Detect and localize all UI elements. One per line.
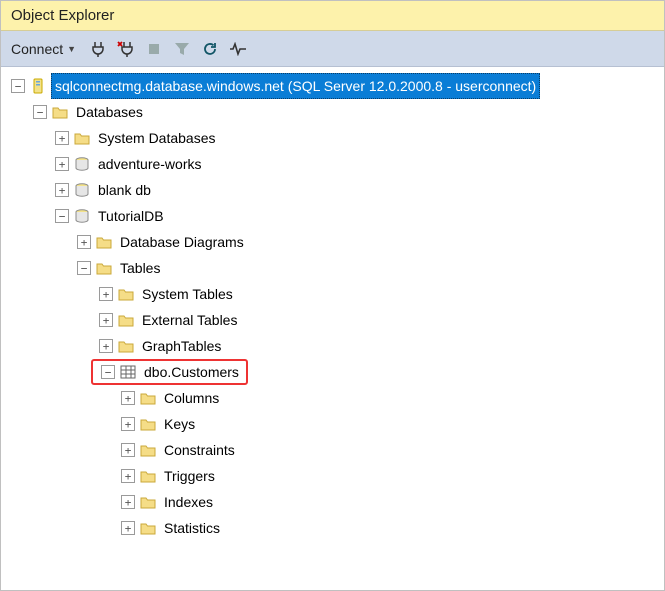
expander-icon[interactable]: +: [121, 521, 135, 535]
tutorialdb-label[interactable]: TutorialDB: [95, 204, 167, 228]
tree-node-keys[interactable]: + Keys: [5, 411, 660, 437]
tree-node-system-tables[interactable]: + System Tables: [5, 281, 660, 307]
database-icon: [73, 181, 91, 199]
blank-db-label[interactable]: blank db: [95, 178, 154, 202]
toolbar: Connect ▼: [1, 31, 664, 67]
server-label[interactable]: sqlconnectmg.database.windows.net (SQL S…: [51, 73, 540, 99]
folder-icon: [139, 415, 157, 433]
tree-node-tables[interactable]: − Tables: [5, 255, 660, 281]
external-tables-label[interactable]: External Tables: [139, 308, 240, 332]
database-icon: [73, 155, 91, 173]
expander-icon[interactable]: −: [101, 365, 115, 379]
databases-label[interactable]: Databases: [73, 100, 146, 124]
expander-icon[interactable]: +: [99, 287, 113, 301]
folder-icon: [139, 467, 157, 485]
system-databases-label[interactable]: System Databases: [95, 126, 219, 150]
server-icon: [29, 77, 47, 95]
folder-icon: [139, 493, 157, 511]
panel-title: Object Explorer: [11, 7, 114, 24]
expander-icon[interactable]: +: [77, 235, 91, 249]
tree-node-statistics[interactable]: + Statistics: [5, 515, 660, 541]
title-bar: Object Explorer: [1, 1, 664, 31]
expander-icon[interactable]: +: [121, 391, 135, 405]
database-icon: [73, 207, 91, 225]
system-tables-label[interactable]: System Tables: [139, 282, 236, 306]
statistics-label[interactable]: Statistics: [161, 516, 223, 540]
tree-node-columns[interactable]: + Columns: [5, 385, 660, 411]
tables-label[interactable]: Tables: [117, 256, 163, 280]
dropdown-arrow-icon: ▼: [67, 44, 76, 54]
expander-icon[interactable]: −: [11, 79, 25, 93]
expander-icon[interactable]: +: [55, 131, 69, 145]
object-tree[interactable]: − sqlconnectmg.database.windows.net (SQL…: [1, 67, 664, 551]
folder-icon: [139, 389, 157, 407]
tree-node-db-diagrams[interactable]: + Database Diagrams: [5, 229, 660, 255]
folder-icon: [95, 233, 113, 251]
tree-node-dbo-customers[interactable]: − dbo.Customers: [5, 359, 660, 385]
folder-icon: [117, 311, 135, 329]
tree-node-blank-db[interactable]: + blank db: [5, 177, 660, 203]
adventure-works-label[interactable]: adventure-works: [95, 152, 205, 176]
expander-icon[interactable]: −: [55, 209, 69, 223]
expander-icon[interactable]: +: [55, 157, 69, 171]
expander-icon[interactable]: +: [121, 469, 135, 483]
triggers-label[interactable]: Triggers: [161, 464, 218, 488]
expander-icon[interactable]: +: [99, 313, 113, 327]
graph-tables-label[interactable]: GraphTables: [139, 334, 224, 358]
expander-icon[interactable]: +: [99, 339, 113, 353]
tree-node-constraints[interactable]: + Constraints: [5, 437, 660, 463]
table-icon: [119, 363, 137, 381]
folder-icon: [139, 519, 157, 537]
folder-icon: [51, 103, 69, 121]
folder-icon: [117, 337, 135, 355]
columns-label[interactable]: Columns: [161, 386, 222, 410]
indexes-label[interactable]: Indexes: [161, 490, 216, 514]
expander-icon[interactable]: +: [121, 443, 135, 457]
stop-icon[interactable]: [144, 39, 164, 59]
expander-icon[interactable]: −: [33, 105, 47, 119]
tree-node-triggers[interactable]: + Triggers: [5, 463, 660, 489]
filter-icon[interactable]: [172, 39, 192, 59]
db-diagrams-label[interactable]: Database Diagrams: [117, 230, 247, 254]
connect-button[interactable]: Connect ▼: [7, 39, 80, 59]
tree-node-external-tables[interactable]: + External Tables: [5, 307, 660, 333]
tree-node-server[interactable]: − sqlconnectmg.database.windows.net (SQL…: [5, 73, 660, 99]
constraints-label[interactable]: Constraints: [161, 438, 238, 462]
expander-icon[interactable]: +: [55, 183, 69, 197]
tree-node-indexes[interactable]: + Indexes: [5, 489, 660, 515]
dbo-customers-label[interactable]: dbo.Customers: [141, 360, 242, 384]
folder-icon: [73, 129, 91, 147]
connect-plug-icon[interactable]: [88, 39, 108, 59]
disconnect-plug-icon[interactable]: [116, 39, 136, 59]
folder-icon: [95, 259, 113, 277]
tree-node-tutorialdb[interactable]: − TutorialDB: [5, 203, 660, 229]
tree-node-system-databases[interactable]: + System Databases: [5, 125, 660, 151]
tree-node-databases[interactable]: − Databases: [5, 99, 660, 125]
highlight-annotation: − dbo.Customers: [91, 359, 248, 385]
folder-icon: [117, 285, 135, 303]
folder-icon: [139, 441, 157, 459]
expander-icon[interactable]: −: [77, 261, 91, 275]
connect-label: Connect: [11, 41, 63, 57]
tree-node-adventure-works[interactable]: + adventure-works: [5, 151, 660, 177]
keys-label[interactable]: Keys: [161, 412, 198, 436]
expander-icon[interactable]: +: [121, 417, 135, 431]
refresh-icon[interactable]: [200, 39, 220, 59]
tree-node-graph-tables[interactable]: + GraphTables: [5, 333, 660, 359]
activity-icon[interactable]: [228, 39, 248, 59]
expander-icon[interactable]: +: [121, 495, 135, 509]
